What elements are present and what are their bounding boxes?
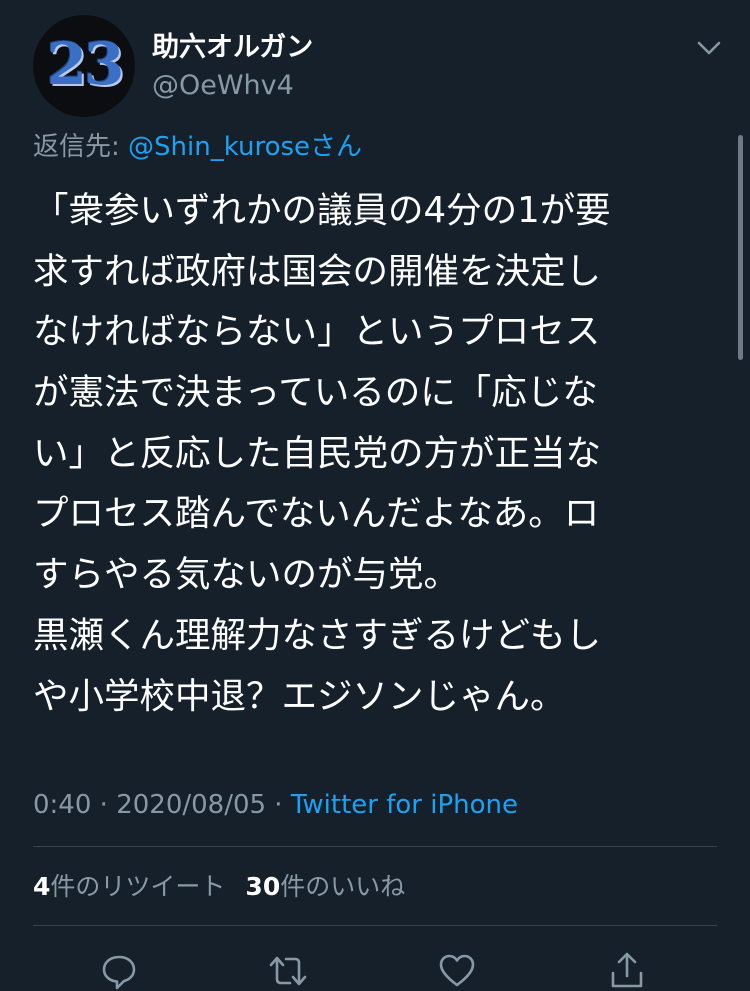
tweet-meta: 0:40 · 2020/08/05 · Twitter for iPhone xyxy=(33,786,518,824)
likes-count: 30 xyxy=(245,872,281,901)
tweet-text-line: 「衆参いずれかの議員の4分の1が要 xyxy=(33,190,611,231)
divider xyxy=(33,846,717,847)
tweet-text: 「衆参いずれかの議員の4分の1が要 求すれば政府は国会の開催を決定し なければな… xyxy=(33,181,713,727)
likes-label: 件のいいね xyxy=(280,872,406,901)
user-handle[interactable]: @OeWhv4 xyxy=(152,68,294,104)
tweet-text-line: 求すれば政府は国会の開催を決定し xyxy=(33,250,602,292)
likes-stat[interactable]: 30件のいいね xyxy=(245,872,405,901)
retweets-label: 件のリツイート xyxy=(50,872,226,901)
reply-prefix: 返信先: xyxy=(33,132,129,162)
action-bar xyxy=(0,945,750,990)
divider xyxy=(33,925,717,926)
tweet-source-link[interactable]: Twitter for iPhone xyxy=(291,790,518,820)
tweet-date: 2020/08/05 xyxy=(116,790,267,820)
tweet-text-line: い」と反応した自民党の方が正当な xyxy=(33,432,602,474)
tweet-time: 0:40 xyxy=(33,790,92,820)
like-icon[interactable] xyxy=(437,951,477,991)
share-icon[interactable] xyxy=(607,951,647,991)
retweet-icon[interactable] xyxy=(268,951,308,991)
tweet-text-line: すらやる気ないのが与党。 xyxy=(33,554,460,596)
tweet-text-line: が憲法で決まっているのに「応じな xyxy=(33,372,598,414)
reply-context: 返信先: @Shin_kuroseさん xyxy=(33,129,362,165)
retweets-stat[interactable]: 4件のリツイート xyxy=(33,872,225,901)
reply-mention-suffix[interactable]: さん xyxy=(310,132,362,162)
engagement-stats: 4件のリツイート 30件のいいね xyxy=(33,868,405,906)
tweet-detail: 23 助六オルガン @OeWhv4 返信先: @Shin_kuroseさん 「衆… xyxy=(0,0,750,990)
reply-icon[interactable] xyxy=(99,951,139,991)
tweet-text-line: プロセス踏んでないんだよなあ。ロ xyxy=(33,493,600,535)
reply-mention-link[interactable]: @Shin_kurose xyxy=(128,132,310,162)
meta-separator: · xyxy=(91,790,117,820)
avatar-text: 23 xyxy=(46,30,125,98)
display-name[interactable]: 助六オルガン xyxy=(152,30,313,66)
tweet-text-line: なければならない」というプロセス xyxy=(33,311,601,353)
meta-separator: · xyxy=(266,790,291,820)
retweets-count: 4 xyxy=(33,872,51,901)
chevron-down-icon[interactable] xyxy=(694,36,724,60)
avatar[interactable]: 23 xyxy=(33,15,135,117)
scrollbar[interactable] xyxy=(738,135,743,360)
tweet-text-line: や小学校中退？エジソンじゃん。 xyxy=(33,675,566,717)
tweet-text-line: 黒瀬くん理解力なさすぎるけどもし xyxy=(33,614,602,656)
